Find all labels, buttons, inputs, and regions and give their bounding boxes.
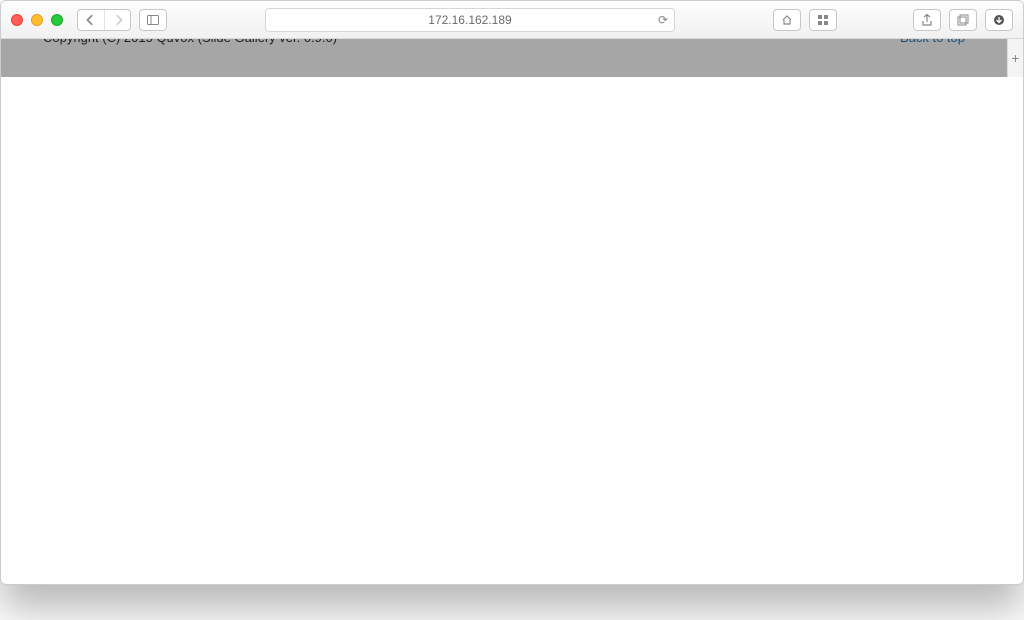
back-button[interactable]: [78, 10, 104, 30]
download-icon: [986, 10, 1012, 30]
minimize-window-icon[interactable]: [31, 14, 43, 26]
new-tab-button[interactable]: +: [1007, 39, 1023, 77]
topsites-button[interactable]: [809, 9, 837, 31]
browser-window: 172.16.162.189 ⟳ Slide Gallery Regist: [0, 0, 1024, 585]
address-bar-wrap: 172.16.162.189 ⟳: [175, 8, 765, 32]
zoom-window-icon[interactable]: [51, 14, 63, 26]
sidebar-icon: [140, 10, 166, 30]
nav-back-forward: [77, 9, 131, 31]
forward-button[interactable]: [104, 10, 130, 30]
viewport: Slide Gallery Registered materials are c…: [1, 39, 1007, 77]
home-icon: [774, 10, 800, 30]
window-controls: [11, 14, 63, 26]
share-icon: [914, 10, 940, 30]
address-text: 172.16.162.189: [428, 13, 511, 27]
toolbar-right: [913, 9, 1013, 31]
downloads-button[interactable]: [985, 9, 1013, 31]
share-button[interactable]: [913, 9, 941, 31]
reload-icon[interactable]: ⟳: [658, 13, 668, 27]
modal-backdrop[interactable]: [1, 39, 1007, 77]
grid-icon: [810, 10, 836, 30]
address-bar[interactable]: 172.16.162.189 ⟳: [265, 8, 675, 32]
sidebar-toggle[interactable]: [139, 9, 167, 31]
close-window-icon[interactable]: [11, 14, 23, 26]
tabs-button[interactable]: [949, 9, 977, 31]
tabs-icon: [950, 10, 976, 30]
titlebar: 172.16.162.189 ⟳: [1, 1, 1023, 39]
reader-button[interactable]: [773, 9, 801, 31]
